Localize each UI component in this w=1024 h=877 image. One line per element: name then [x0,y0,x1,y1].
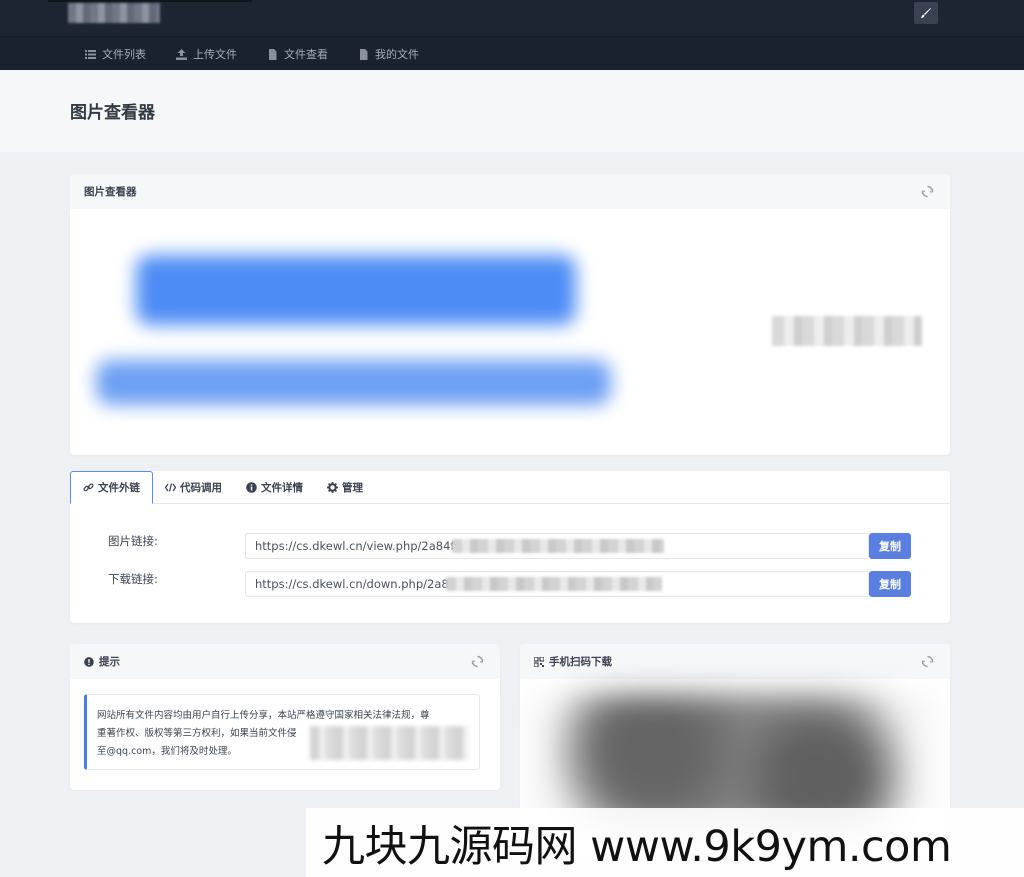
top-bar [0,0,1024,36]
preview-blur-top [136,255,576,325]
file-icon [360,48,368,60]
info-icon [246,482,257,493]
gear-icon [327,482,338,493]
image-link-value: https://cs.dkewl.cn/view.php/2a84f [255,539,455,553]
brush-icon [921,8,931,18]
refresh-icon[interactable] [471,655,484,668]
watermark: 九块九源码网 www.9k9ym.com [306,808,1024,877]
theme-edit-button[interactable] [914,2,938,24]
preview-image[interactable] [86,225,616,425]
list-icon [85,49,96,59]
code-icon [165,483,176,492]
file-icon [269,48,277,60]
refresh-icon[interactable] [921,185,934,198]
upload-icon [176,48,187,60]
card-title: 提示 [99,656,120,668]
card-header: 提示 [70,644,500,679]
nav-item-label: 文件列表 [102,48,146,61]
tab-label: 代码调用 [180,482,222,494]
preview-caption-blur [772,316,922,346]
refresh-icon[interactable] [921,655,934,668]
image-link-label: 图片链接: [108,534,158,548]
copy-download-link-button[interactable]: 复制 [869,571,911,597]
nav-item-upload[interactable]: 上传文件 [176,37,237,71]
tab-file-detail[interactable]: 文件详情 [234,471,315,504]
copy-image-link-button[interactable]: 复制 [869,533,911,559]
download-link-blur [446,577,662,591]
info-icon [84,656,94,667]
card-title: 图片查看器 [84,186,137,198]
brand-underline [48,0,252,2]
qrcode-icon [534,656,544,667]
notice-blur [310,726,468,760]
nav-item-my-files[interactable]: 我的文件 [358,37,419,71]
preview-blur-bottom [96,360,611,405]
tabs: 文件外链 代码调用 文件详情 管理 [70,471,375,504]
card-header: 手机扫码下载 [520,644,950,679]
nav-bar: 文件列表 上传文件 文件查看 我的文件 [0,36,1024,70]
site-logo[interactable] [68,3,160,23]
tab-label: 管理 [342,482,363,494]
nav-item-label: 文件查看 [284,48,328,61]
image-link-blur [452,539,664,553]
tab-label: 文件外链 [98,482,140,494]
download-link-label: 下载链接: [108,572,158,586]
card-title: 手机扫码下载 [549,656,612,668]
page-title: 图片查看器 [70,103,155,123]
tab-code[interactable]: 代码调用 [153,471,234,504]
nav-item-label: 我的文件 [375,48,419,61]
link-icon [83,483,94,492]
card-header: 图片查看器 [70,174,950,209]
tab-label: 文件详情 [261,482,303,494]
nav-item-file-view[interactable]: 文件查看 [267,37,328,71]
download-link-value: https://cs.dkewl.cn/down.php/2a84 [255,577,457,591]
tab-file-link[interactable]: 文件外链 [70,471,153,504]
notice-line: 网站所有文件内容均由用户自行上传分享，本站严格遵守国家相关法律法规，尊 [97,710,430,721]
tab-manage[interactable]: 管理 [315,471,375,504]
nav-item-label: 上传文件 [193,48,237,61]
nav-item-file-list[interactable]: 文件列表 [85,37,146,71]
